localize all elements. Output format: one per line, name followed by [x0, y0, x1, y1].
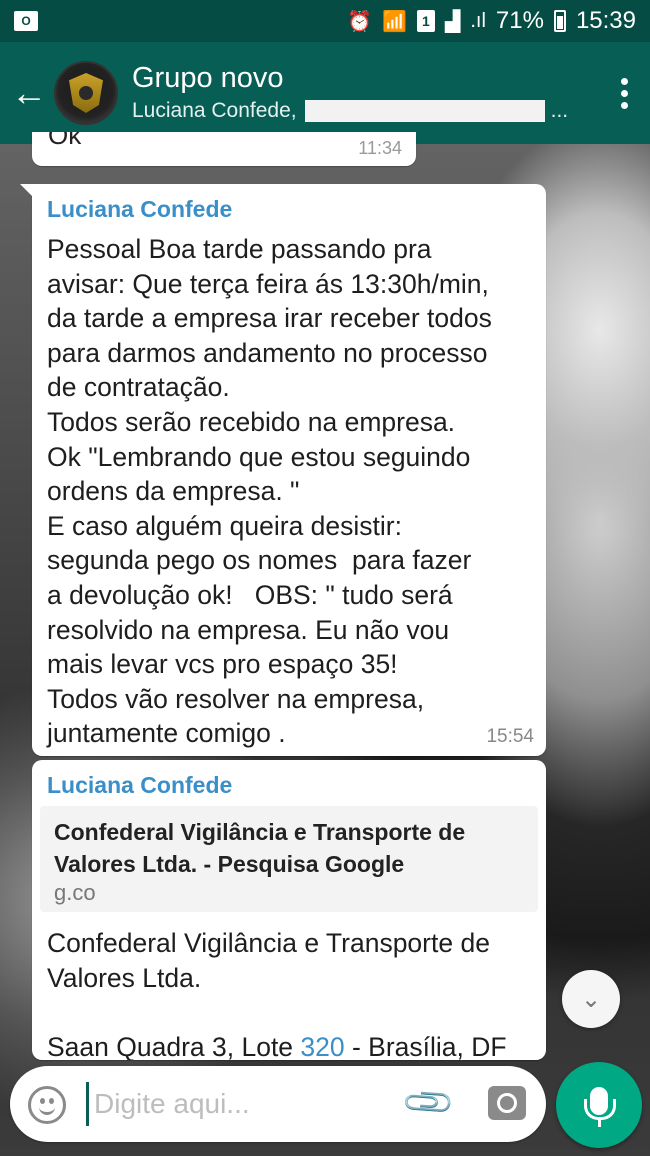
- group-avatar[interactable]: [54, 61, 118, 125]
- message-time: 11:34: [358, 138, 402, 158]
- battery-percent: 71%: [495, 7, 544, 34]
- mic-button[interactable]: [556, 1062, 642, 1148]
- message-text: Confederal Vigilância e Transporte de Va…: [47, 928, 490, 993]
- back-arrow-icon[interactable]: ←: [4, 72, 54, 114]
- participants-ellipsis: ...: [550, 99, 569, 122]
- address-text: Saan Quadra 3, Lote: [47, 1032, 301, 1060]
- message-sender[interactable]: Luciana Confede: [47, 196, 232, 223]
- camera-icon[interactable]: [488, 1086, 526, 1120]
- chat-header: ← Grupo novo Luciana Confede, ...: [0, 42, 650, 144]
- address-number-link[interactable]: 320: [300, 1032, 344, 1060]
- message-compose-bar: 📎: [10, 1066, 546, 1142]
- message-text: Ok: [48, 132, 82, 150]
- badge-icon: [69, 73, 103, 113]
- alarm-icon: ⏰: [347, 10, 373, 33]
- signal-icon: ▟: [444, 10, 461, 33]
- attach-icon[interactable]: 📎: [400, 1075, 457, 1133]
- participants-text: Luciana Confede,: [132, 99, 297, 122]
- emoji-icon[interactable]: [28, 1086, 66, 1124]
- outlook-notification-icon: O: [14, 11, 38, 31]
- link-preview-domain: g.co: [54, 880, 96, 905]
- message-sender[interactable]: Luciana Confede: [47, 772, 232, 799]
- mic-icon: [584, 1087, 616, 1127]
- message-time: 15:54: [486, 726, 534, 747]
- message-bubble[interactable]: Luciana Confede Pessoal Boa tarde passan…: [20, 184, 546, 756]
- scroll-down-icon: ⌄: [580, 985, 602, 1013]
- scroll-down-button[interactable]: ⌄: [562, 970, 620, 1028]
- bubble-tail: [20, 184, 34, 198]
- chat-title-block[interactable]: Grupo novo Luciana Confede, ...: [132, 60, 604, 126]
- chat-participants: Luciana Confede, ...: [132, 96, 604, 126]
- message-bubble-link[interactable]: Luciana Confede Confederal Vigilância e …: [32, 760, 546, 1060]
- status-bar: O ⏰ 📶 1 ▟ .ıl 71% 15:39: [0, 0, 650, 42]
- text-cursor: [86, 1082, 89, 1126]
- link-preview-card[interactable]: Confederal Vigilância e Transporte de Va…: [40, 806, 538, 912]
- address-city: - Brasília, DF: [344, 1032, 507, 1060]
- clock: 15:39: [575, 7, 636, 34]
- signal-icon-2: .ıl: [470, 9, 486, 32]
- message-bubble-previous[interactable]: Ok 11:34: [32, 132, 416, 166]
- sim-icon: 1: [416, 10, 435, 32]
- message-text: Pessoal Boa tarde passando pra avisar: Q…: [47, 234, 492, 749]
- battery-icon: [553, 10, 566, 32]
- wifi-icon: 📶: [382, 10, 407, 33]
- link-preview-title: Confederal Vigilância e Transporte de Va…: [54, 819, 466, 877]
- chat-title: Grupo novo: [132, 62, 284, 94]
- redacted-participants: [304, 100, 545, 122]
- message-text-address: Saan Quadra 3, Lote 320 - Brasília, DF: [47, 1030, 542, 1060]
- message-input[interactable]: [94, 1076, 394, 1132]
- overflow-menu-icon[interactable]: [604, 73, 644, 114]
